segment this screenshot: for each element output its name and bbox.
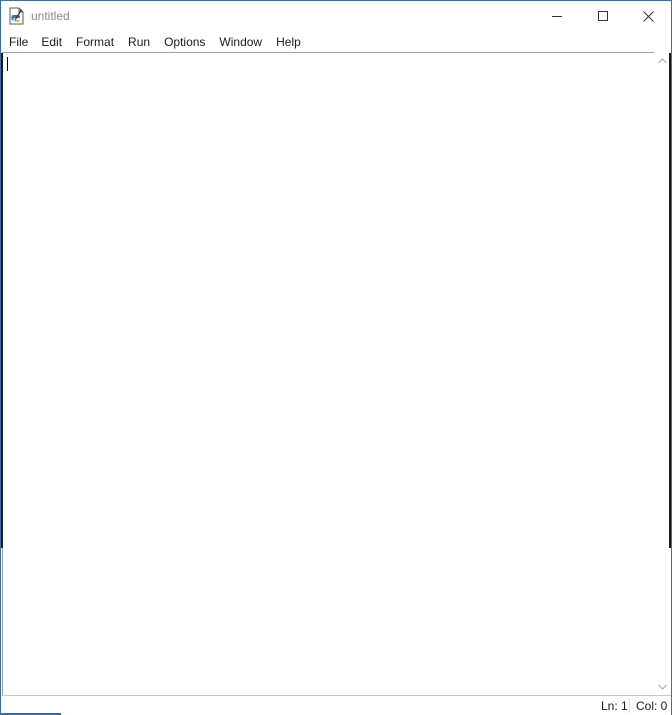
close-button[interactable] xyxy=(625,1,671,31)
chevron-up-icon xyxy=(658,57,667,63)
status-column-number: Col: 0 xyxy=(636,699,668,713)
menu-format[interactable]: Format xyxy=(69,32,121,52)
minimize-button[interactable] xyxy=(534,1,580,31)
code-editor[interactable] xyxy=(3,53,654,695)
python-file-icon xyxy=(9,7,25,25)
menu-edit[interactable]: Edit xyxy=(34,32,69,52)
right-window-edge xyxy=(669,53,671,548)
menu-bar: File Edit Format Run Options Window Help xyxy=(1,32,671,52)
left-window-edge xyxy=(1,53,3,548)
menu-file[interactable]: File xyxy=(1,32,34,52)
title-bar[interactable]: untitled xyxy=(1,1,671,31)
menu-help[interactable]: Help xyxy=(269,32,308,52)
status-bar: Ln: 1 Col: 0 xyxy=(1,695,671,715)
minimize-icon xyxy=(552,16,562,17)
status-line-number: Ln: 1 xyxy=(601,699,628,713)
menu-run[interactable]: Run xyxy=(121,32,157,52)
maximize-button[interactable] xyxy=(580,1,626,31)
menu-options[interactable]: Options xyxy=(157,32,212,52)
editor-area[interactable] xyxy=(2,52,654,695)
chevron-down-icon xyxy=(658,684,667,690)
text-caret xyxy=(7,57,8,71)
close-icon xyxy=(642,10,654,22)
scroll-down-button[interactable] xyxy=(654,678,671,695)
idle-editor-window: untitled File Edit Format Run Options Wi… xyxy=(0,0,672,715)
menu-window[interactable]: Window xyxy=(212,32,269,52)
maximize-icon xyxy=(598,11,608,21)
window-title: untitled xyxy=(31,9,70,23)
status-divider xyxy=(629,698,630,713)
